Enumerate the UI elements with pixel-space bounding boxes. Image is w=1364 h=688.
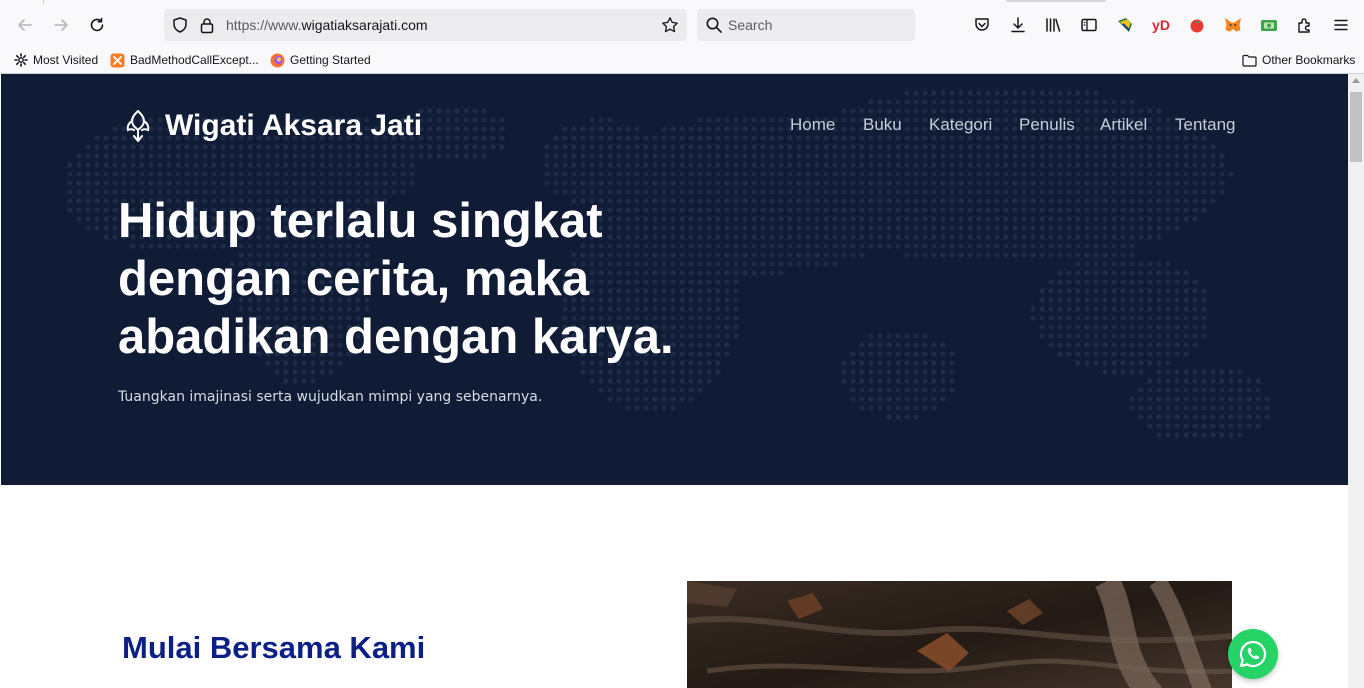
search-placeholder: Search <box>728 17 773 33</box>
page-scrollbar[interactable] <box>1348 74 1364 688</box>
page-viewport: Wigati Aksara Jati Home Buku Kategori Pe… <box>1 74 1348 688</box>
whatsapp-button[interactable] <box>1228 629 1278 679</box>
cash-icon <box>1261 20 1277 31</box>
arrow-right-icon <box>54 19 68 31</box>
bookmarks-toolbar: Most Visited BadMethodCallExcept... Gett… <box>0 48 1364 72</box>
bookmark-getting-started[interactable]: Getting Started <box>270 51 371 69</box>
bookmark-label: BadMethodCallExcept... <box>130 53 259 67</box>
extension-arrow-icon <box>1118 18 1132 32</box>
lock-icon[interactable] <box>198 15 216 35</box>
search-icon <box>706 17 722 33</box>
reload-button[interactable] <box>82 10 112 40</box>
pocket-button[interactable] <box>967 10 997 40</box>
url-host: wigatiaksarajati.com <box>301 17 428 33</box>
bookmark-badmethod[interactable]: BadMethodCallExcept... <box>110 51 259 69</box>
section-title: Mulai Bersama Kami <box>122 630 426 665</box>
tab-strip <box>0 0 1364 4</box>
nav-kategori[interactable]: Kategori <box>929 115 992 135</box>
url-scheme: https://www. <box>226 17 302 33</box>
main-nav: Home Buku Kategori Penulis Artikel Tenta… <box>1 115 1348 139</box>
firefox-icon <box>270 53 285 67</box>
metamask-icon <box>1225 18 1241 32</box>
sidebar-button[interactable] <box>1074 10 1104 40</box>
reload-icon <box>90 17 104 32</box>
extensions-icon <box>1298 18 1310 33</box>
hero-headline: Hidup terlalu singkat dengan cerita, mak… <box>118 192 738 366</box>
extension-button-metamask[interactable] <box>1218 10 1248 40</box>
library-icon <box>1046 18 1061 32</box>
tomato-icon <box>1190 19 1204 33</box>
nav-home[interactable]: Home <box>790 115 835 135</box>
menu-icon <box>1334 19 1348 31</box>
arrow-left-icon <box>18 19 32 31</box>
reader-view-icon <box>1081 18 1097 32</box>
hero-headline-line-2: dengan cerita, maka <box>118 252 590 306</box>
hero-subtext: Tuangkan imajinasi serta wujudkan mimpi … <box>118 389 543 405</box>
folder-icon <box>1242 54 1257 67</box>
hero-section: Wigati Aksara Jati Home Buku Kategori Pe… <box>1 74 1348 485</box>
nav-tentang[interactable]: Tentang <box>1175 115 1236 135</box>
scroll-up-arrow-icon[interactable] <box>1352 78 1360 83</box>
bookmark-star-icon[interactable] <box>659 14 681 36</box>
yd-icon: yD <box>1152 17 1170 33</box>
tracking-protection-shield-icon[interactable] <box>170 15 190 35</box>
extension-button-tomato[interactable] <box>1182 10 1212 40</box>
address-bar[interactable]: https://www.wigatiaksarajati.com <box>164 9 687 41</box>
bookmark-most-visited[interactable]: Most Visited <box>14 51 98 69</box>
download-icon <box>1011 17 1025 33</box>
library-button[interactable] <box>1038 10 1068 40</box>
pocket-icon <box>975 18 989 31</box>
hero-headline-line-1: Hidup terlalu singkat <box>118 194 603 248</box>
scrollbar-thumb[interactable] <box>1350 92 1362 162</box>
other-bookmarks[interactable]: Other Bookmarks <box>1242 51 1355 69</box>
extension-button-1[interactable] <box>1110 10 1140 40</box>
nav-artikel[interactable]: Artikel <box>1100 115 1147 135</box>
other-bookmarks-label: Other Bookmarks <box>1262 53 1356 67</box>
extensions-menu-button[interactable] <box>1290 10 1320 40</box>
back-button[interactable] <box>10 10 40 40</box>
nav-penulis[interactable]: Penulis <box>1019 115 1075 135</box>
bookmark-label: Most Visited <box>33 53 99 67</box>
search-bar[interactable]: Search <box>697 9 915 41</box>
xampp-icon <box>110 53 125 67</box>
hero-headline-line-3: abadikan dengan karya. <box>118 310 674 364</box>
extension-button-yd[interactable]: yD <box>1146 10 1176 40</box>
forward-button[interactable] <box>46 10 76 40</box>
app-menu-button[interactable] <box>1326 10 1356 40</box>
bookmark-label: Getting Started <box>290 53 371 67</box>
browser-toolbar: https://www.wigatiaksarajati.com Search … <box>0 0 1364 74</box>
extension-button-cash[interactable] <box>1254 10 1284 40</box>
whatsapp-icon <box>1239 640 1267 668</box>
forest-roots-photo <box>687 581 1232 688</box>
nav-buku[interactable]: Buku <box>863 115 902 135</box>
navigation-bar: https://www.wigatiaksarajati.com Search … <box>0 6 1364 46</box>
url-text[interactable]: https://www.wigatiaksarajati.com <box>226 17 428 33</box>
gear-icon <box>14 53 28 67</box>
downloads-button[interactable] <box>1003 10 1033 40</box>
section-photo <box>687 581 1232 688</box>
